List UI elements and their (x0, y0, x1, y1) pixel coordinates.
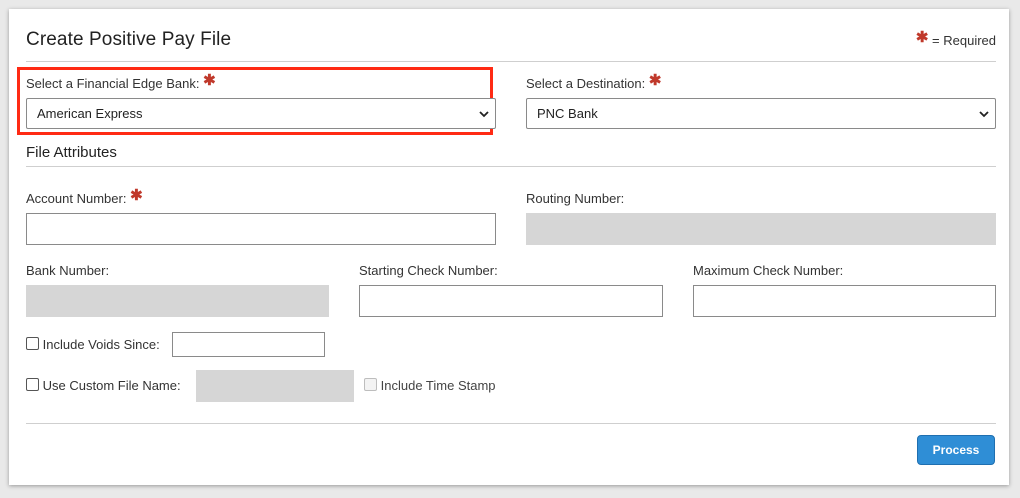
chevron-down-icon (979, 111, 989, 118)
bank-select[interactable]: American Express (26, 98, 496, 129)
file-attributes-heading: File Attributes (26, 144, 117, 161)
routing-number-input (526, 213, 996, 245)
bank-select-value: American Express (37, 106, 143, 121)
required-star-icon: ✱ (203, 72, 216, 89)
starting-check-input[interactable] (359, 285, 663, 317)
required-legend: ✱ = Required (916, 30, 996, 48)
include-voids-row: Include Voids Since: (26, 337, 160, 352)
include-time-stamp-label: Include Time Stamp (380, 378, 496, 393)
custom-file-name-label: Use Custom File Name: (42, 378, 181, 393)
custom-file-name-input (196, 370, 354, 402)
custom-file-name-checkbox[interactable] (26, 378, 39, 391)
page-title: Create Positive Pay File (26, 29, 232, 50)
include-voids-label: Include Voids Since: (42, 337, 160, 352)
include-time-stamp-checkbox (364, 378, 377, 391)
include-voids-date-input[interactable] (172, 332, 325, 357)
bank-number-label: Bank Number: (26, 263, 110, 278)
routing-number-label: Routing Number: (526, 191, 625, 206)
include-voids-checkbox[interactable] (26, 337, 39, 350)
header-divider (26, 61, 996, 62)
required-star-icon: ✱ (130, 187, 143, 204)
account-number-label: Account Number: (26, 191, 127, 206)
process-button[interactable]: Process (917, 435, 995, 465)
positive-pay-panel: Create Positive Pay File ✱ = Required Se… (9, 9, 1009, 485)
destination-select[interactable]: PNC Bank (526, 98, 996, 129)
bank-select-label: Select a Financial Edge Bank: (26, 76, 200, 91)
destination-label-group: Select a Destination: ✱ (526, 73, 661, 91)
footer-divider (26, 423, 996, 424)
max-check-label: Maximum Check Number: (693, 263, 844, 278)
required-legend-text: = Required (932, 33, 996, 48)
starting-check-label: Starting Check Number: (359, 263, 498, 278)
destination-label: Select a Destination: (526, 76, 646, 91)
required-star-icon: ✱ (915, 29, 929, 46)
chevron-down-icon (479, 111, 489, 118)
account-number-input[interactable] (26, 213, 496, 245)
destination-select-value: PNC Bank (537, 106, 598, 121)
bank-select-label-group: Select a Financial Edge Bank: ✱ (26, 73, 216, 91)
account-number-label-group: Account Number: ✱ (26, 188, 143, 206)
bank-number-input (26, 285, 329, 317)
file-attributes-divider (26, 166, 996, 167)
custom-file-name-row: Use Custom File Name: (26, 378, 181, 393)
max-check-input[interactable] (693, 285, 996, 317)
include-time-stamp-row: Include Time Stamp (364, 378, 496, 393)
required-star-icon: ✱ (648, 72, 662, 89)
